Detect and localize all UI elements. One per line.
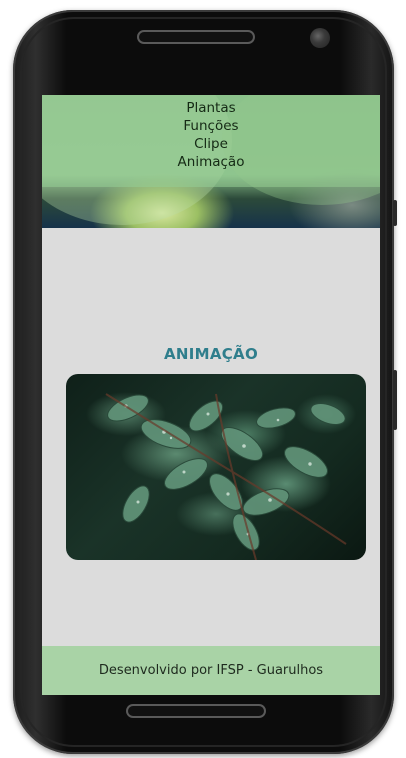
footer: Desenvolvido por IFSP - Guarulhos: [42, 646, 380, 695]
nav-item-plantas[interactable]: Plantas: [42, 99, 380, 117]
header-banner: Plantas Funções Clipe Animação: [42, 95, 380, 228]
nav-item-animacao[interactable]: Animação: [42, 153, 380, 171]
phone-earpiece: [137, 30, 255, 44]
main-nav: Plantas Funções Clipe Animação: [42, 99, 380, 171]
phone-side-button: [393, 200, 397, 226]
leaves-image: [66, 374, 366, 560]
nav-item-funcoes[interactable]: Funções: [42, 117, 380, 135]
phone-volume-button: [393, 370, 397, 430]
footer-credit: Desenvolvido por IFSP - Guarulhos: [98, 663, 324, 678]
page-title: ANIMAÇÃO: [163, 345, 259, 364]
leaves-illustration: [105, 393, 347, 560]
phone-speaker: [126, 704, 266, 718]
phone-camera: [310, 28, 330, 48]
phone-screen: Plantas Funções Clipe Animação ANIMAÇÃO: [42, 95, 380, 695]
nav-item-clipe[interactable]: Clipe: [42, 135, 380, 153]
